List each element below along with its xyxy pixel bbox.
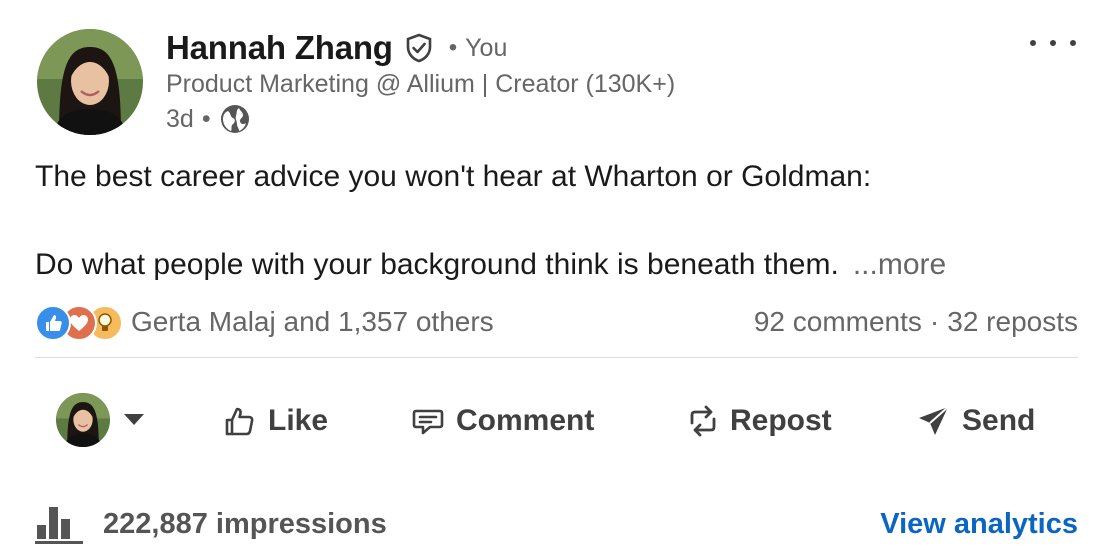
thumbs-up-icon [225, 407, 254, 436]
more-options-icon[interactable] [1030, 28, 1076, 58]
feed-post: Hannah Zhang • You Product Marketing @ A… [0, 0, 1108, 558]
reaction-icons[interactable] [35, 305, 123, 341]
view-analytics-link[interactable]: View analytics [880, 508, 1078, 541]
post-text-line: The best career advice you won't hear at… [35, 160, 872, 193]
post-time[interactable]: 3d [166, 105, 194, 134]
post-meta: 3d • [166, 102, 251, 136]
impressions-count: 222,887 impressions [103, 507, 387, 540]
comments-count[interactable]: 92 comments [754, 306, 922, 337]
engagement-counts: 92 comments · 32 reposts [754, 306, 1078, 338]
caret-down-icon [124, 414, 144, 425]
post-text-line: Do what people with your background thin… [35, 248, 839, 281]
repost-label: Repost [730, 404, 832, 437]
see-more-link[interactable]: ...more [853, 248, 946, 281]
like-reaction-icon [35, 305, 71, 341]
actor-switcher[interactable] [56, 393, 144, 447]
repost-icon [690, 405, 716, 437]
actor-avatar [56, 393, 110, 447]
globe-icon [219, 103, 251, 135]
send-icon [919, 406, 949, 435]
reactors-summary[interactable]: Gerta Malaj and 1,357 others [131, 306, 494, 338]
author-headline: Product Marketing @ Allium | Creator (13… [166, 70, 676, 98]
separator-dot: • [201, 104, 211, 133]
comment-icon [412, 409, 444, 435]
post-text-line-2: Do what people with your background thin… [35, 248, 946, 282]
send-button[interactable]: Send [916, 398, 1035, 444]
repost-button[interactable]: Repost [686, 398, 832, 444]
comment-label: Comment [456, 404, 595, 437]
like-button[interactable]: Like [222, 398, 328, 444]
author-avatar[interactable] [37, 29, 143, 135]
impressions-summary: 222,887 impressions [35, 503, 387, 545]
author-name[interactable]: Hannah Zhang [166, 29, 393, 67]
bar-chart-icon [35, 507, 83, 544]
separator-dot: • [448, 34, 458, 61]
separator-dot: · [929, 306, 940, 337]
send-label: Send [962, 404, 1036, 437]
comment-button[interactable]: Comment [410, 398, 594, 444]
verified-shield-icon[interactable] [403, 32, 435, 64]
relation-label: You [465, 33, 508, 62]
reposts-count[interactable]: 32 reposts [947, 306, 1078, 337]
like-label: Like [268, 404, 329, 437]
divider [35, 357, 1078, 358]
